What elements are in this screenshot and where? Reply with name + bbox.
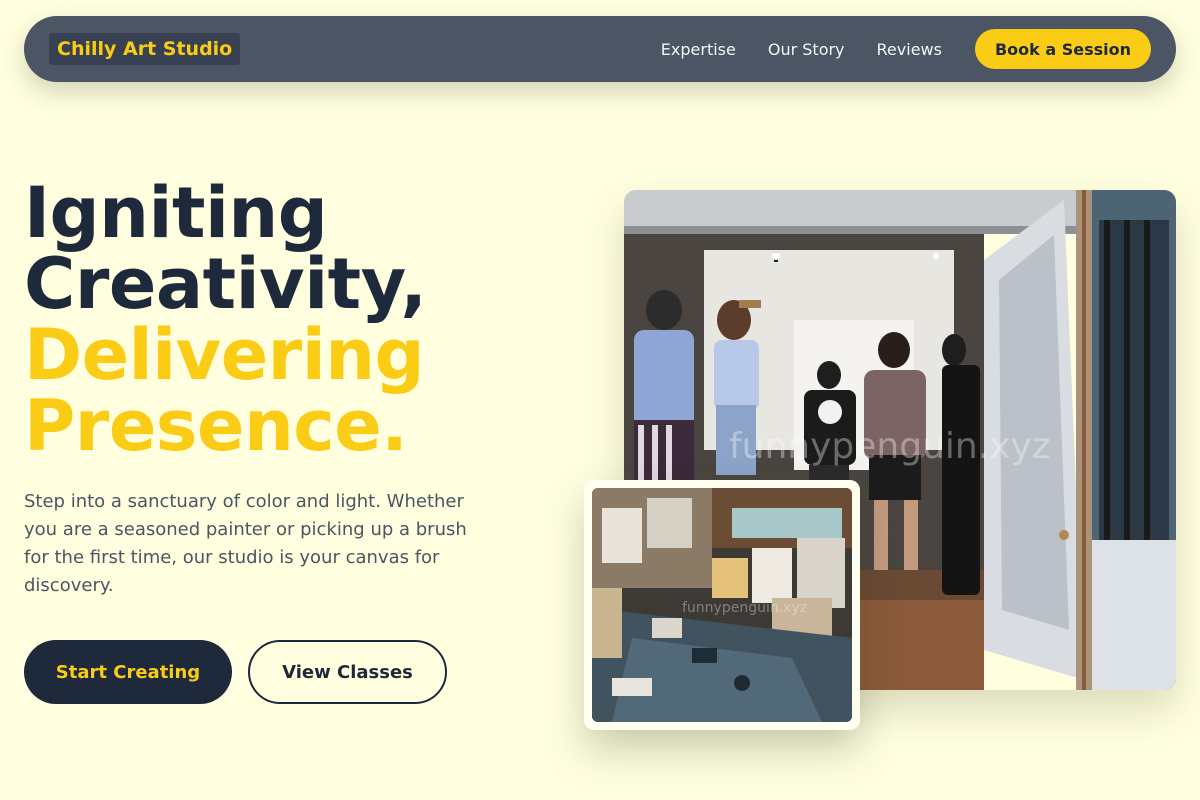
hero-title-line-3: Delivering [24,314,425,396]
hero-title-line-4: Presence. [24,385,408,467]
studio-photo-frame: funnypenguin.xyz [584,480,860,730]
nav-links: Expertise Our Story Reviews [661,40,942,59]
hero-description: Step into a sanctuary of color and light… [24,491,467,596]
start-creating-button[interactable]: Start Creating [24,640,232,704]
main-photo-watermark: funnypenguin.xyz [729,426,1051,467]
studio-interior-photo: funnypenguin.xyz [592,488,852,722]
hero-title-line-1: Igniting [24,172,328,254]
view-classes-button[interactable]: View Classes [248,640,447,704]
hero-title: Igniting Creativity, Delivering Presence… [24,172,427,467]
nav-link-our-story[interactable]: Our Story [768,40,845,59]
hero-title-line-2: Creativity, [24,243,427,325]
nav-link-expertise[interactable]: Expertise [661,40,736,59]
small-photo-watermark: funnypenguin.xyz [682,600,807,616]
logo[interactable]: Chilly Art Studio [49,33,241,65]
book-session-button[interactable]: Book a Session [974,29,1151,69]
nav-link-reviews[interactable]: Reviews [877,40,942,59]
navbar: Chilly Art Studio Expertise Our Story Re… [24,16,1176,82]
